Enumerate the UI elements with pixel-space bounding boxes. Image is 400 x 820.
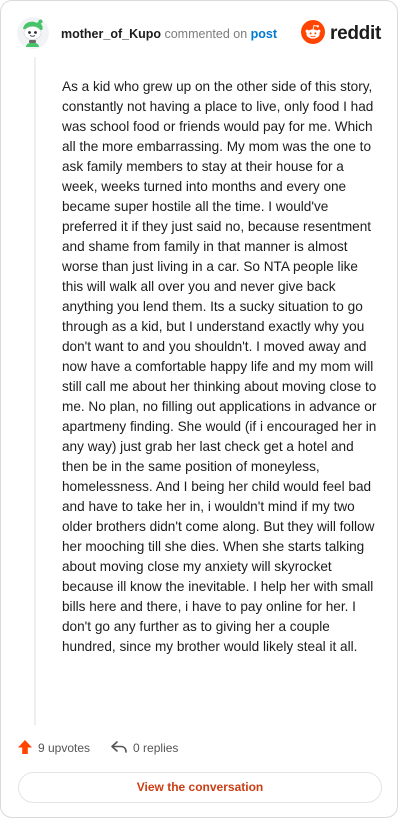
upvote-count: 9 upvotes — [38, 741, 91, 755]
upvote-action[interactable]: 9 upvotes — [17, 739, 90, 758]
post-link[interactable]: post — [251, 27, 277, 41]
comment-embed-card: mother_of_Kupo commented on post reddit — [0, 0, 398, 818]
thread-line — [34, 57, 36, 725]
reply-action[interactable]: 0 replies — [110, 739, 178, 758]
snoo-avatar-icon[interactable] — [17, 17, 49, 49]
username-link[interactable]: mother_of_Kupo — [61, 27, 161, 41]
reply-count: 0 replies — [133, 741, 179, 755]
reddit-brand[interactable]: reddit — [301, 19, 381, 49]
comment-body: As a kid who grew up on the other side o… — [62, 79, 377, 654]
commented-on-label: commented on — [161, 27, 251, 41]
reply-arrow-icon — [110, 739, 128, 758]
comment-actions: 9 upvotes 0 replies — [17, 738, 178, 758]
upvote-arrow-icon — [17, 739, 33, 758]
reddit-logo-icon — [301, 19, 326, 49]
reddit-wordmark: reddit — [330, 23, 381, 44]
comment-header: mother_of_Kupo commented on post reddit — [1, 1, 397, 67]
comment-meta: mother_of_Kupo commented on post — [61, 26, 277, 42]
view-conversation-button[interactable]: View the conversation — [18, 772, 382, 803]
